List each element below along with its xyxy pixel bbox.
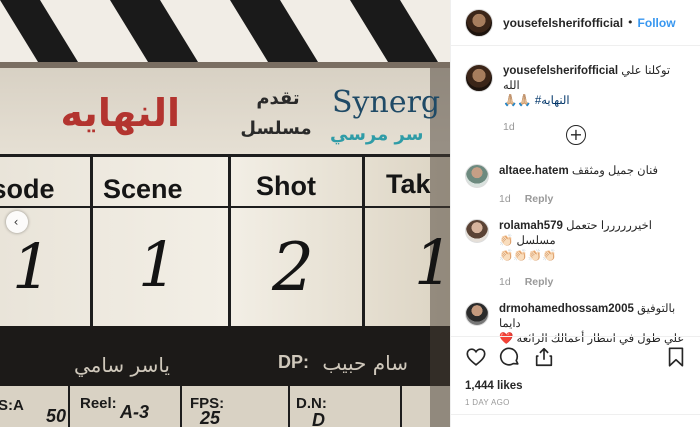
clapper-value-shot: 2 [271,229,314,306]
post-header: yousefelsherifofficial • Follow [451,0,700,46]
share-icon[interactable] [533,346,555,368]
clapper-sa-label: S:A [0,397,24,414]
clapperboard-photo: النهايه تقدم مسلسل Synerg سر مرسي isode … [0,0,450,427]
reply-button[interactable]: Reply [525,276,554,288]
comment-item: altaee.hatem فنان جميل ومثقف 1d Reply [451,164,700,205]
commenter-avatar[interactable] [465,302,489,326]
add-comment-area[interactable] [451,414,700,427]
clapper-title: النهايه [61,91,180,135]
author-avatar[interactable] [465,8,493,37]
comment-text-line2: 👏🏻👏🏻👏🏻👏🏻 [499,250,557,262]
clapper-presents: تقدم [256,88,299,109]
clapper-company-sub: سر مرسي [330,124,423,145]
post-date[interactable]: 1 DAY AGO [465,398,687,407]
commenter-avatar[interactable] [465,219,489,243]
comment-time[interactable]: 1d [499,193,511,205]
clapper-header-episode: isode [0,174,55,204]
post-image: النهايه تقدم مسلسل Synerg سر مرسي isode … [0,0,450,427]
clapper-fps-value: 25 [199,408,221,427]
bookmark-icon[interactable] [665,346,687,368]
clapper-series: مسلسل [240,118,311,139]
header-separator: • [627,16,634,29]
load-more-comments-button[interactable]: + [566,125,586,145]
clapper-dp-label: DP: [278,352,309,372]
caption-hashtag[interactable]: #النهايه [535,95,570,107]
caption-emojis: 🙏🏼🙏🏼 [503,95,532,107]
clapper-value-episode: 1 [12,230,51,303]
plus-icon: + [569,125,583,144]
comment-username[interactable]: drmohamedhossam2005 [499,303,634,315]
clapper-header-scene: Scene [103,174,183,204]
comment-bubble-icon[interactable] [499,346,521,368]
caption-username[interactable]: yousefelsherifofficial [503,65,618,77]
comments-list-2: altaee.hatem فنان جميل ومثقف 1d Reply ro… [451,164,700,347]
post-actions: 1,444 likes 1 DAY AGO [451,336,700,407]
caption-time[interactable]: 1d [503,121,515,133]
comment-username[interactable]: altaee.hatem [499,165,569,177]
clapper-dn-value: D [312,410,325,427]
clapper-header-take: Tak [386,169,432,199]
follow-button[interactable]: Follow [638,16,676,30]
clapper-company: Synerg [332,85,440,120]
likes-count[interactable]: 1,444 likes [465,380,687,392]
clapper-sa-value: 50 [46,406,66,426]
previous-image-button[interactable]: ‹ [6,211,28,233]
clapper-reel-value: A-3 [119,402,149,422]
caption: yousefelsherifofficial توكلنا علي الله 🙏… [451,64,700,133]
like-heart-icon[interactable] [465,346,487,368]
chevron-left-icon: ‹ [13,215,19,229]
clapper-reel-label: Reel: [80,395,117,412]
author-username[interactable]: yousefelsherifofficial [503,16,623,30]
comments-list: yousefelsherifofficial توكلنا علي الله 🙏… [451,56,700,133]
clapper-dp-name: سام حبيب [322,351,408,375]
clapper-value-take: 1 [414,226,450,299]
clapper-director: ياسر سامي [74,353,170,378]
comment-username[interactable]: rolamah579 [499,220,563,232]
commenter-avatar[interactable] [465,164,489,188]
comment-time[interactable]: 1d [499,276,511,288]
reply-button[interactable]: Reply [525,193,554,205]
caption-avatar[interactable] [465,64,493,92]
comment-item: rolamah579 اخيررررررا حتعمل مسلسل 👏🏻 👏🏻👏… [451,219,700,288]
post-side-panel: yousefelsherifofficial • Follow yousefel… [450,0,700,427]
clapper-value-scene: 1 [138,228,177,301]
comment-text: فنان جميل ومثقف [571,165,659,177]
clapper-header-shot: Shot [256,171,316,201]
